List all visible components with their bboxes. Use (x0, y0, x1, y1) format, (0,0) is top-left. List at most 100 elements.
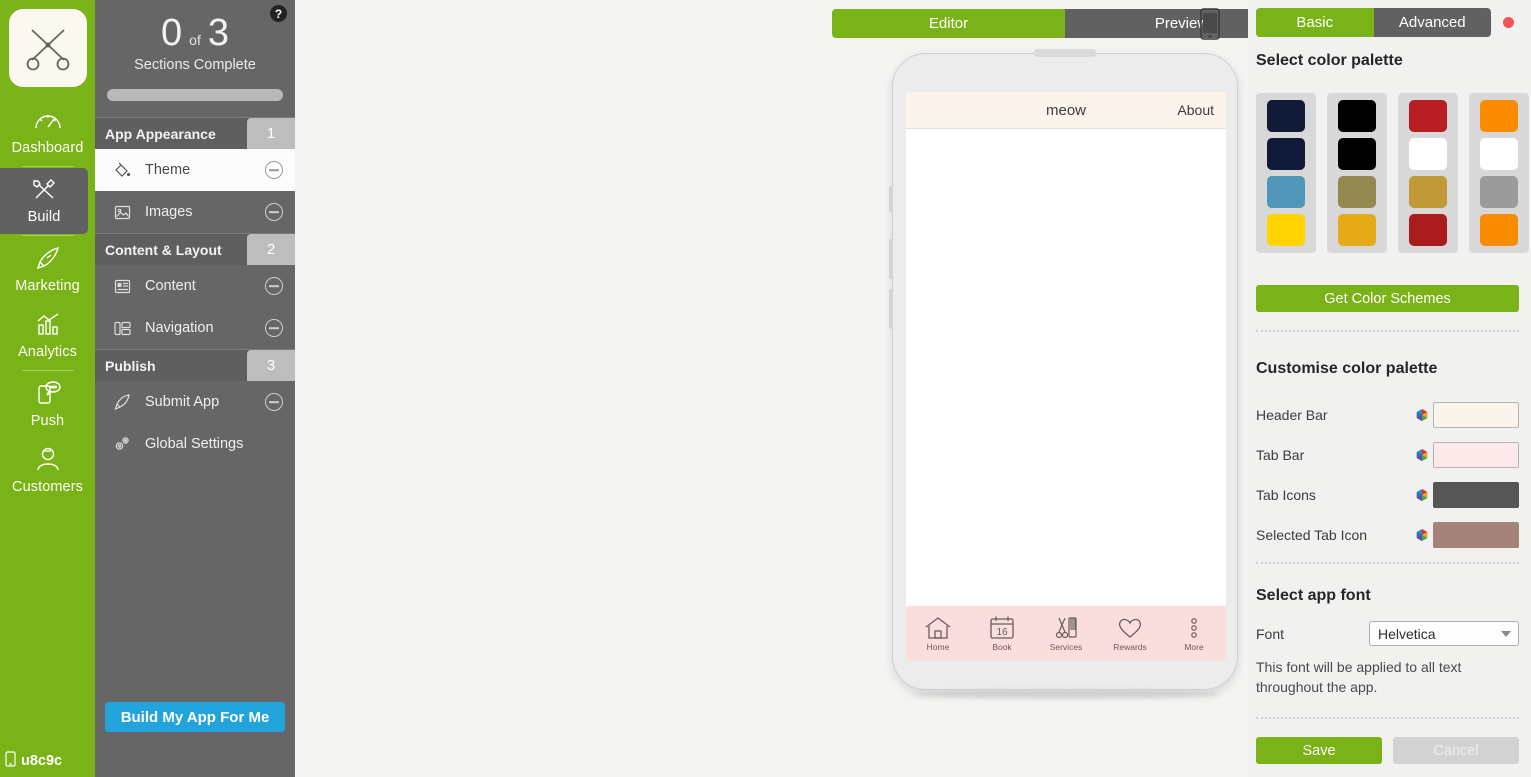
app-tab-label: More (1184, 642, 1204, 652)
color-swatch-tab-icons[interactable] (1433, 482, 1519, 508)
section-header[interactable]: Publish 3 (95, 349, 295, 381)
save-button[interactable]: Save (1256, 737, 1382, 764)
primary-nav-rail: Dashboard Build Marketing Analytics Push… (0, 0, 95, 777)
about-link[interactable]: About (1177, 102, 1214, 118)
sidebar-item-analytics[interactable]: Analytics (0, 303, 95, 369)
sidebar-item-dashboard[interactable]: Dashboard (0, 101, 95, 165)
rocket-icon (111, 392, 133, 412)
build-my-app-button[interactable]: Build My App For Me (105, 702, 285, 732)
color-customisation-rows: Header Bar Tab Bar Tab Icons Selected Ta… (1256, 395, 1519, 555)
tools-icon (30, 177, 58, 206)
scissors-logo-icon[interactable] (8, 9, 87, 87)
calendar-icon: 16 (987, 615, 1017, 641)
palette-swatch (1480, 214, 1518, 246)
collapse-toggle-icon[interactable] (265, 319, 283, 337)
color-swatch-header-bar[interactable] (1433, 402, 1519, 428)
home-icon (923, 615, 953, 641)
section-number: 1 (247, 118, 295, 149)
color-palette-option[interactable] (1327, 93, 1387, 253)
font-help-text: This font will be applied to all text th… (1256, 659, 1462, 696)
tab-editor[interactable]: Editor (832, 9, 1065, 38)
theme-settings-panel: Basic Advanced Select color palette Get … (1248, 0, 1531, 777)
step-item-label: Content (145, 278, 196, 294)
color-picker-icon[interactable] (1411, 408, 1433, 422)
palette-swatch (1480, 138, 1518, 170)
palette-swatch (1267, 100, 1305, 132)
step-item-label: Submit App (145, 394, 220, 410)
step-item-label: Global Settings (145, 436, 244, 452)
app-tab-book[interactable]: 16 Book (970, 615, 1034, 652)
app-tab-home[interactable]: Home (906, 615, 970, 652)
sections-count: 0 of 3 (95, 14, 295, 52)
step-item-label: Navigation (145, 320, 214, 336)
section-header[interactable]: Content & Layout 2 (95, 233, 295, 265)
collapse-toggle-icon[interactable] (265, 277, 283, 295)
step-item-content[interactable]: Content (95, 265, 295, 307)
divider (1256, 717, 1519, 719)
sidebar-item-marketing[interactable]: Marketing (0, 237, 95, 303)
section-publish: Publish 3 Submit App Global Settings (95, 349, 295, 465)
tab-basic[interactable]: Basic (1256, 8, 1374, 37)
of-label: of (189, 32, 201, 48)
step-item-global-settings[interactable]: Global Settings (95, 423, 295, 465)
sidebar-item-push[interactable]: Push (0, 372, 95, 438)
sidebar-item-label: Build (27, 209, 61, 225)
section-title: Publish (105, 357, 156, 374)
step-item-label: Images (145, 204, 193, 220)
sections-completed-count: 0 (161, 12, 183, 54)
app-tab-rewards[interactable]: Rewards (1098, 615, 1162, 652)
divider (21, 235, 74, 236)
step-item-images[interactable]: Images (95, 191, 295, 233)
mobile-device-icon[interactable] (1200, 8, 1220, 40)
app-id-label: u8c9c (21, 753, 63, 769)
customise-color-palette-heading: Customise color palette (1256, 360, 1438, 377)
palette-swatch (1338, 138, 1376, 170)
color-swatch-selected-tab-icon[interactable] (1433, 522, 1519, 548)
more-dots-icon (1179, 615, 1209, 641)
color-row-tab-bar: Tab Bar (1256, 435, 1519, 475)
palette-swatch (1480, 176, 1518, 208)
phone-side-button (889, 186, 893, 212)
progress-bar-track (107, 89, 283, 101)
content-list-icon (111, 276, 133, 296)
color-row-label: Selected Tab Icon (1256, 527, 1368, 543)
color-row-label: Tab Icons (1256, 487, 1316, 503)
font-select[interactable]: Helvetica (1369, 621, 1519, 646)
collapse-toggle-icon[interactable] (265, 203, 283, 221)
palette-swatch (1409, 100, 1447, 132)
collapse-toggle-icon[interactable] (265, 161, 283, 179)
app-tab-services[interactable]: Services (1034, 615, 1098, 652)
app-root: Dashboard Build Marketing Analytics Push… (0, 0, 1531, 777)
sidebar-item-customers[interactable]: Customers (0, 438, 95, 504)
get-color-schemes-button[interactable]: Get Color Schemes (1256, 285, 1519, 312)
app-tab-more[interactable]: More (1162, 615, 1226, 652)
step-item-theme[interactable]: Theme (95, 149, 295, 191)
sections-total-count: 3 (207, 12, 229, 54)
heart-icon (1115, 615, 1145, 641)
section-header[interactable]: App Appearance 1 (95, 117, 295, 149)
tab-advanced[interactable]: Advanced (1373, 8, 1491, 37)
step-item-submit-app[interactable]: Submit App (95, 381, 295, 423)
record-indicator-icon[interactable] (1503, 17, 1514, 28)
sidebar-item-label: Analytics (18, 344, 77, 360)
image-icon (111, 202, 133, 222)
collapse-toggle-icon[interactable] (265, 393, 283, 411)
color-palette-option[interactable] (1398, 93, 1458, 253)
step-item-navigation[interactable]: Navigation (95, 307, 295, 349)
app-tab-bar: Home 16 Book Services Rewards More (906, 606, 1226, 661)
font-selected-value: Helvetica (1378, 625, 1436, 642)
chevron-down-icon (1501, 630, 1511, 637)
help-icon[interactable]: ? (270, 5, 287, 22)
divider (21, 370, 74, 371)
color-palette-option[interactable] (1256, 93, 1316, 253)
color-picker-icon[interactable] (1411, 448, 1433, 462)
color-palette-option[interactable] (1469, 93, 1529, 253)
sidebar-item-build[interactable]: Build (0, 168, 88, 234)
color-picker-icon[interactable] (1411, 488, 1433, 502)
font-row: Font Helvetica (1256, 621, 1519, 646)
cancel-button[interactable]: Cancel (1393, 737, 1519, 764)
color-picker-icon[interactable] (1411, 528, 1433, 542)
section-number: 3 (247, 350, 295, 381)
sidebar-item-label: Marketing (15, 278, 80, 294)
color-swatch-tab-bar[interactable] (1433, 442, 1519, 468)
